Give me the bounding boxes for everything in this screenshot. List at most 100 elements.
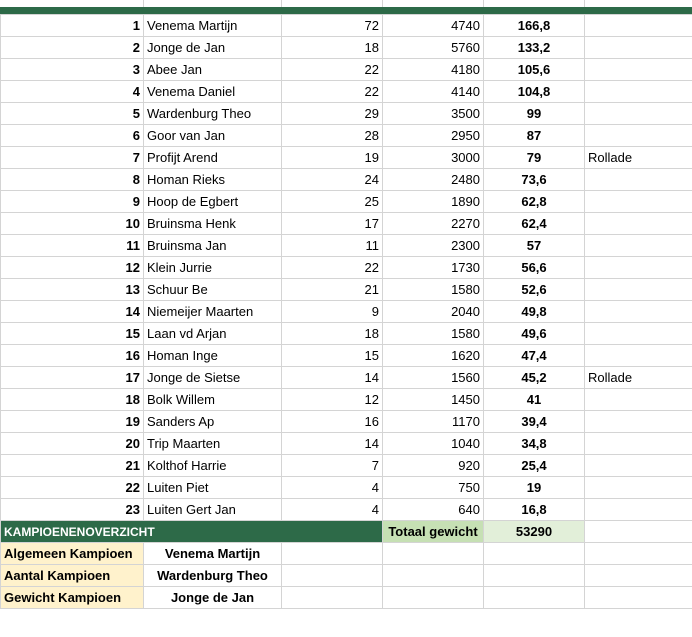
empty-cell[interactable] [483, 542, 585, 565]
rank-cell[interactable]: 17 [0, 366, 144, 389]
note-cell[interactable] [584, 344, 692, 367]
weight-cell[interactable]: 1040 [382, 432, 484, 455]
participant-name[interactable]: Jonge de Sietse [143, 366, 282, 389]
note-cell[interactable] [584, 124, 692, 147]
empty-cell[interactable] [584, 564, 692, 587]
count-cell[interactable]: 11 [281, 234, 383, 257]
count-cell[interactable]: 25 [281, 190, 383, 213]
rank-cell[interactable]: 19 [0, 410, 144, 433]
count-cell[interactable]: 16 [281, 410, 383, 433]
participant-name[interactable]: Homan Rieks [143, 168, 282, 191]
rank-cell[interactable]: 5 [0, 102, 144, 125]
weight-cell[interactable]: 4140 [382, 80, 484, 103]
score-cell[interactable]: 56,6 [483, 256, 585, 279]
empty-cell[interactable] [382, 542, 484, 565]
weight-cell[interactable]: 920 [382, 454, 484, 477]
participant-name[interactable]: Bruinsma Jan [143, 234, 282, 257]
score-cell[interactable]: 52,6 [483, 278, 585, 301]
note-cell[interactable] [584, 300, 692, 323]
note-cell[interactable] [584, 102, 692, 125]
weight-cell[interactable]: 2950 [382, 124, 484, 147]
empty-cell[interactable] [382, 564, 484, 587]
score-cell[interactable]: 62,4 [483, 212, 585, 235]
participant-name[interactable]: Goor van Jan [143, 124, 282, 147]
weight-cell[interactable]: 3000 [382, 146, 484, 169]
total-weight-label[interactable]: Totaal gewicht [382, 520, 484, 543]
participant-name[interactable]: Kolthof Harrie [143, 454, 282, 477]
participant-name[interactable]: Sanders Ap [143, 410, 282, 433]
score-cell[interactable]: 87 [483, 124, 585, 147]
participant-name[interactable]: Hoop de Egbert [143, 190, 282, 213]
weight-cell[interactable]: 1170 [382, 410, 484, 433]
score-cell[interactable]: 49,6 [483, 322, 585, 345]
score-cell[interactable]: 39,4 [483, 410, 585, 433]
note-cell[interactable]: Rollade [584, 366, 692, 389]
rank-cell[interactable]: 12 [0, 256, 144, 279]
note-cell[interactable] [584, 454, 692, 477]
score-cell[interactable]: 104,8 [483, 80, 585, 103]
rank-cell[interactable]: 8 [0, 168, 144, 191]
total-weight-value[interactable]: 53290 [483, 520, 585, 543]
participant-name[interactable]: Jonge de Jan [143, 36, 282, 59]
rank-cell[interactable]: 10 [0, 212, 144, 235]
empty-cell[interactable] [483, 586, 585, 609]
rank-cell[interactable]: 15 [0, 322, 144, 345]
champion-label[interactable]: Algemeen Kampioen [0, 542, 144, 565]
participant-name[interactable]: Homan Inge [143, 344, 282, 367]
count-cell[interactable]: 14 [281, 432, 383, 455]
participant-name[interactable]: Luiten Piet [143, 476, 282, 499]
empty-cell[interactable] [281, 542, 383, 565]
champion-label[interactable]: Gewicht Kampioen [0, 586, 144, 609]
empty-cell[interactable] [281, 564, 383, 587]
count-cell[interactable]: 19 [281, 146, 383, 169]
participant-name[interactable]: Laan vd Arjan [143, 322, 282, 345]
weight-cell[interactable]: 1560 [382, 366, 484, 389]
count-cell[interactable]: 4 [281, 498, 383, 521]
count-cell[interactable]: 22 [281, 80, 383, 103]
score-cell[interactable]: 25,4 [483, 454, 585, 477]
participant-name[interactable]: Schuur Be [143, 278, 282, 301]
note-cell[interactable] [584, 256, 692, 279]
empty-cell[interactable] [584, 586, 692, 609]
note-cell[interactable] [584, 14, 692, 37]
participant-name[interactable]: Klein Jurrie [143, 256, 282, 279]
note-cell[interactable] [584, 388, 692, 411]
score-cell[interactable]: 41 [483, 388, 585, 411]
weight-cell[interactable]: 4180 [382, 58, 484, 81]
count-cell[interactable]: 22 [281, 58, 383, 81]
count-cell[interactable]: 18 [281, 322, 383, 345]
champion-label[interactable]: Aantal Kampioen [0, 564, 144, 587]
champion-name[interactable]: Wardenburg Theo [143, 564, 282, 587]
count-cell[interactable]: 4 [281, 476, 383, 499]
count-cell[interactable]: 29 [281, 102, 383, 125]
score-cell[interactable]: 57 [483, 234, 585, 257]
participant-name[interactable]: Luiten Gert Jan [143, 498, 282, 521]
weight-cell[interactable]: 3500 [382, 102, 484, 125]
note-cell[interactable] [584, 432, 692, 455]
count-cell[interactable]: 15 [281, 344, 383, 367]
score-cell[interactable]: 73,6 [483, 168, 585, 191]
note-cell[interactable] [584, 278, 692, 301]
rank-cell[interactable]: 4 [0, 80, 144, 103]
rank-cell[interactable]: 13 [0, 278, 144, 301]
score-cell[interactable]: 45,2 [483, 366, 585, 389]
count-cell[interactable]: 9 [281, 300, 383, 323]
weight-cell[interactable]: 640 [382, 498, 484, 521]
note-cell[interactable] [584, 476, 692, 499]
rank-cell[interactable]: 23 [0, 498, 144, 521]
weight-cell[interactable]: 5760 [382, 36, 484, 59]
weight-cell[interactable]: 1580 [382, 278, 484, 301]
participant-name[interactable]: Bolk Willem [143, 388, 282, 411]
note-cell[interactable] [584, 58, 692, 81]
empty-cell[interactable] [584, 520, 692, 543]
count-cell[interactable]: 18 [281, 36, 383, 59]
weight-cell[interactable]: 2040 [382, 300, 484, 323]
note-cell[interactable] [584, 234, 692, 257]
score-cell[interactable]: 16,8 [483, 498, 585, 521]
count-cell[interactable]: 21 [281, 278, 383, 301]
rank-cell[interactable]: 2 [0, 36, 144, 59]
count-cell[interactable]: 14 [281, 366, 383, 389]
note-cell[interactable] [584, 322, 692, 345]
note-cell[interactable] [584, 190, 692, 213]
overview-title[interactable]: KAMPIOENENOVERZICHT [0, 520, 383, 543]
